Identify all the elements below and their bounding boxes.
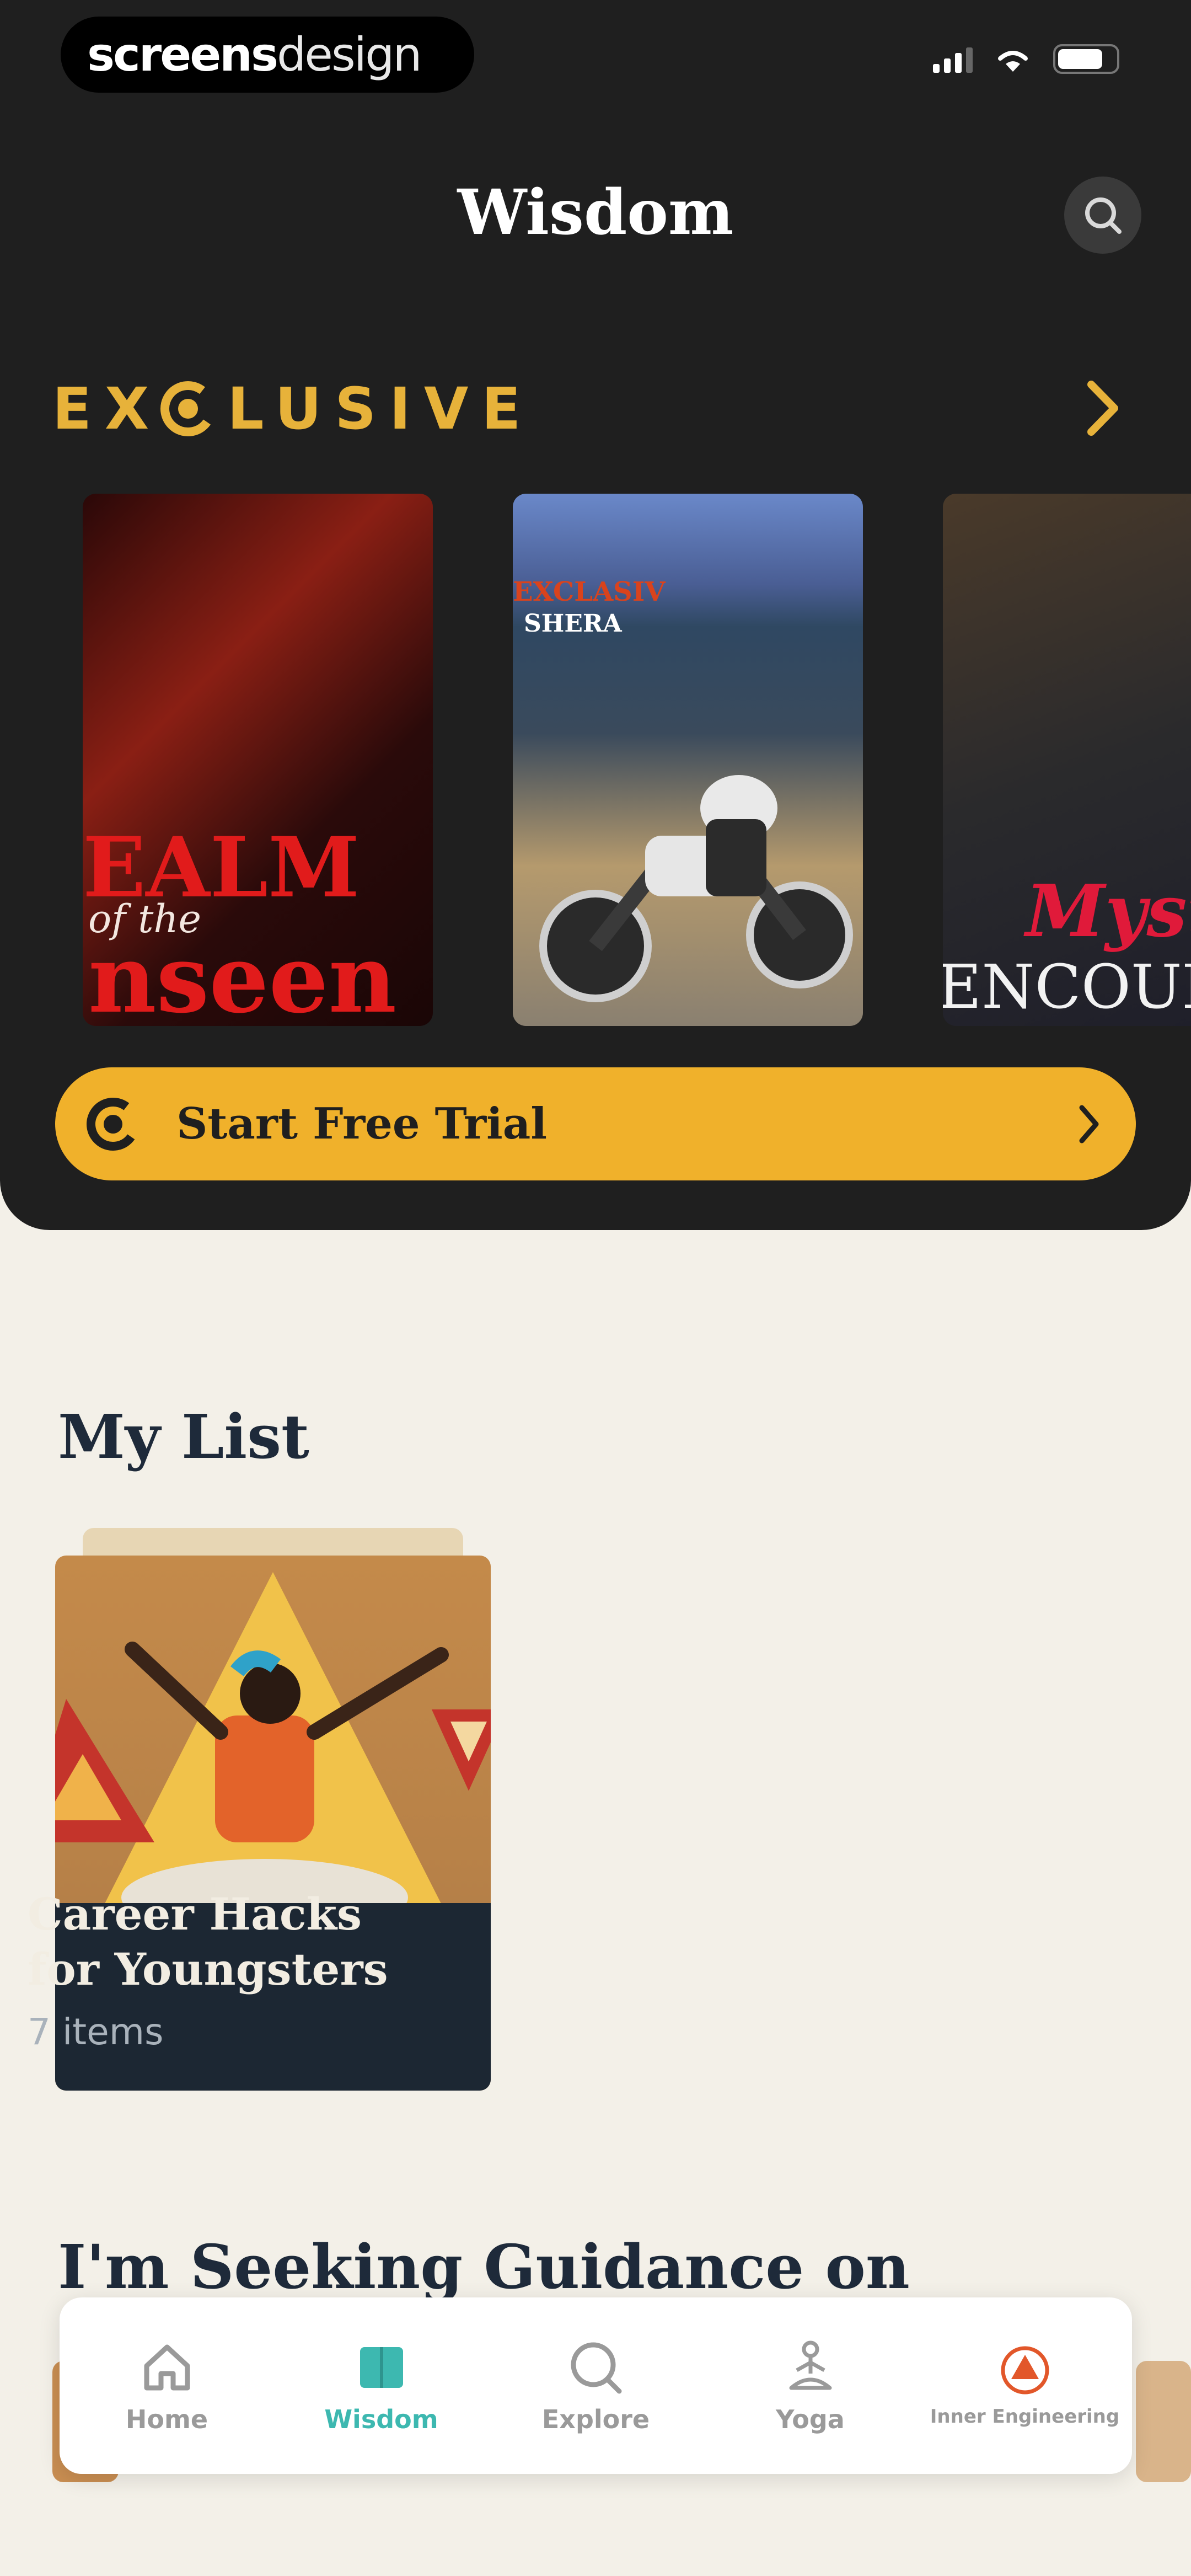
home-icon xyxy=(144,2344,190,2391)
list-card-count: 7 items xyxy=(28,2011,164,2053)
exclusive-card-realm[interactable]: EALM of the nseen xyxy=(83,494,433,1026)
search-icon xyxy=(1085,197,1122,234)
list-card-name: Career Hacks for Youngsters xyxy=(28,1888,388,1995)
exclusive-heading-left: EX xyxy=(52,375,163,442)
inner-engineering-icon xyxy=(1001,2346,1049,2395)
start-free-trial-label: Start Free Trial xyxy=(176,1099,547,1149)
start-free-trial-button[interactable]: Start Free Trial xyxy=(55,1067,1136,1180)
status-icons xyxy=(933,44,1119,74)
wifi-icon xyxy=(998,51,1028,72)
nav-wisdom[interactable]: Wisdom xyxy=(274,2297,489,2474)
search-icon xyxy=(571,2342,621,2394)
exclusive-heading: EX LUSIVE xyxy=(52,375,534,442)
nav-home-label: Home xyxy=(125,2404,208,2434)
card-title-line: Myst xyxy=(1026,869,1191,953)
chevron-right-icon xyxy=(1087,381,1118,436)
card-title-line: EXCLASIV xyxy=(513,576,666,607)
nav-explore-label: Explore xyxy=(541,2404,650,2434)
cellular-signal-icon xyxy=(933,45,973,73)
exclusive-heading-right: LUSIVE xyxy=(227,375,534,442)
nav-home[interactable]: Home xyxy=(60,2297,274,2474)
chevron-right-icon xyxy=(1079,1105,1099,1143)
yoga-icon xyxy=(789,2340,831,2390)
card-title-line: nseen xyxy=(88,924,397,1026)
exclusive-c-logo-icon xyxy=(160,381,216,436)
book-icon xyxy=(360,2347,403,2388)
nav-yoga-label: Yoga xyxy=(776,2404,845,2434)
screensdesign-watermark: screens design xyxy=(61,17,474,93)
exclusive-carousel[interactable]: EALM of the nseen EXCLASIV SHERA Myst EN… xyxy=(83,494,1191,1026)
search-button[interactable] xyxy=(1064,177,1141,254)
card-title-line: ENCOUNT xyxy=(943,952,1191,1022)
nav-inner-engineering-label: Inner Engineering xyxy=(930,2406,1120,2428)
exclusive-see-all-button[interactable] xyxy=(1081,375,1125,441)
my-list-title: My List xyxy=(58,1401,309,1472)
nav-wisdom-label: Wisdom xyxy=(324,2404,438,2434)
card-title-line: SHERA xyxy=(524,610,622,638)
exclusive-card-mystic[interactable]: Myst ENCOUNT xyxy=(943,494,1191,1026)
bottom-navigation: Home Wisdom Explore Yoga Inner Engineeri… xyxy=(60,2297,1132,2474)
brand-light-text: design xyxy=(276,28,422,82)
battery-icon xyxy=(1053,44,1119,74)
exclusive-c-logo-icon xyxy=(87,1097,140,1151)
exclusive-card-motorbike[interactable]: EXCLASIV SHERA xyxy=(513,494,863,1026)
nav-inner-engineering[interactable]: Inner Engineering xyxy=(918,2297,1132,2474)
guidance-title: I'm Seeking Guidance on xyxy=(58,2231,910,2302)
nav-explore[interactable]: Explore xyxy=(489,2297,703,2474)
nav-yoga[interactable]: Yoga xyxy=(703,2297,918,2474)
guidance-card-peek[interactable] xyxy=(1136,2361,1191,2482)
page-title: Wisdom xyxy=(457,177,734,249)
brand-bold-text: screens xyxy=(87,28,278,82)
motorbike-illustration xyxy=(539,775,853,1002)
